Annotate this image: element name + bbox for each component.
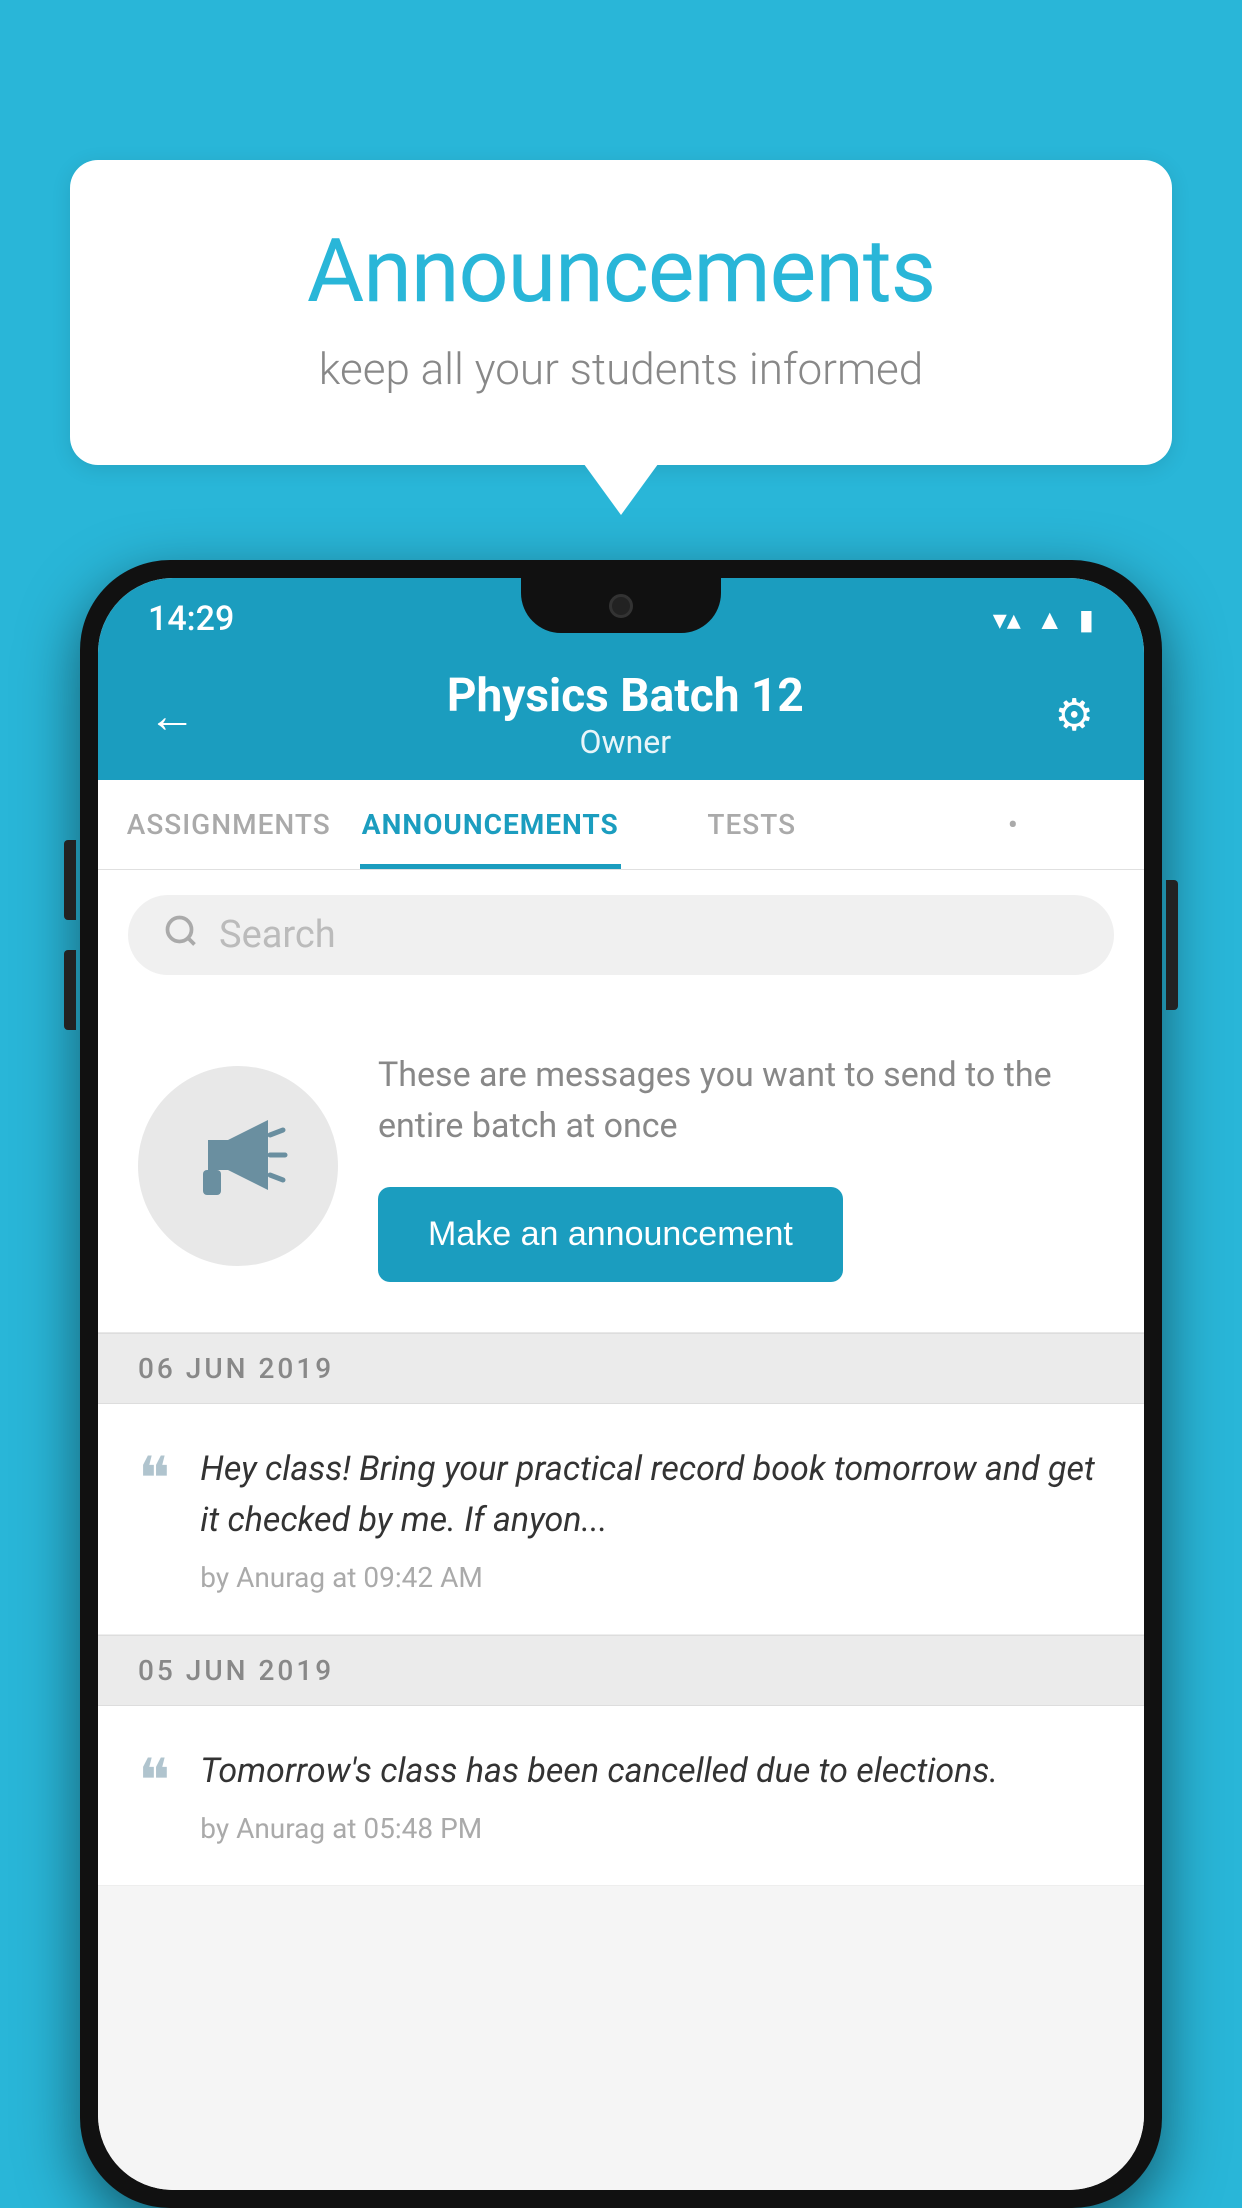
search-placeholder: Search <box>219 913 336 957</box>
status-icons: ▾▴ ▲ ▮ <box>993 603 1094 636</box>
status-time: 14:29 <box>148 599 234 639</box>
settings-icon[interactable]: ⚙ <box>1055 689 1094 741</box>
promo-text-area: These are messages you want to send to t… <box>378 1050 1104 1282</box>
phone-notch <box>521 578 721 633</box>
phone-screen: 14:29 ▾▴ ▲ ▮ ← Physics Batch 12 Owner ⚙ <box>98 578 1144 2190</box>
quote-icon-1: ❝ <box>138 1449 170 1509</box>
date-divider-1: 06 JUN 2019 <box>98 1333 1144 1404</box>
app-header: ← Physics Batch 12 Owner ⚙ <box>98 650 1144 780</box>
promo-description: These are messages you want to send to t… <box>378 1050 1104 1152</box>
announcement-content-2: Tomorrow's class has been cancelled due … <box>200 1746 1104 1845</box>
announcement-text-2: Tomorrow's class has been cancelled due … <box>200 1746 1104 1797</box>
owner-label: Owner <box>447 723 804 761</box>
promo-card: These are messages you want to send to t… <box>98 1000 1144 1333</box>
front-camera <box>609 594 633 618</box>
volume-down-button <box>64 950 76 1030</box>
app-screen: 14:29 ▾▴ ▲ ▮ ← Physics Batch 12 Owner ⚙ <box>98 578 1144 2190</box>
phone-container: 14:29 ▾▴ ▲ ▮ ← Physics Batch 12 Owner ⚙ <box>80 560 1162 2208</box>
search-container: Search <box>98 870 1144 1000</box>
speech-bubble-card: Announcements keep all your students inf… <box>70 160 1172 465</box>
tabs-container: ASSIGNMENTS ANNOUNCEMENTS TESTS • <box>98 780 1144 870</box>
phone-outer: 14:29 ▾▴ ▲ ▮ ← Physics Batch 12 Owner ⚙ <box>80 560 1162 2208</box>
tab-announcements[interactable]: ANNOUNCEMENTS <box>360 780 622 869</box>
announcement-content-1: Hey class! Bring your practical record b… <box>200 1444 1104 1594</box>
tab-assignments[interactable]: ASSIGNMENTS <box>98 780 360 869</box>
announcement-text-1: Hey class! Bring your practical record b… <box>200 1444 1104 1546</box>
tab-tests[interactable]: TESTS <box>621 780 883 869</box>
header-title-group: Physics Batch 12 Owner <box>447 669 804 761</box>
batch-title: Physics Batch 12 <box>447 669 804 723</box>
wifi-icon: ▾▴ <box>993 603 1021 636</box>
announcements-subtitle: keep all your students informed <box>150 343 1092 395</box>
tab-more[interactable]: • <box>883 780 1145 869</box>
search-icon <box>163 913 199 958</box>
announcement-meta-2: by Anurag at 05:48 PM <box>200 1812 1104 1845</box>
announcement-meta-1: by Anurag at 09:42 AM <box>200 1561 1104 1594</box>
announcement-item-2: ❝ Tomorrow's class has been cancelled du… <box>98 1706 1144 1886</box>
make-announcement-button[interactable]: Make an announcement <box>378 1187 843 1282</box>
signal-icon: ▲ <box>1036 603 1064 636</box>
quote-icon-2: ❝ <box>138 1751 170 1811</box>
megaphone-icon <box>188 1105 288 1227</box>
power-button <box>1166 880 1178 1010</box>
megaphone-circle <box>138 1066 338 1266</box>
speech-bubble-section: Announcements keep all your students inf… <box>70 160 1172 465</box>
announcements-title: Announcements <box>150 220 1092 323</box>
search-bar[interactable]: Search <box>128 895 1114 975</box>
date-divider-2: 05 JUN 2019 <box>98 1635 1144 1706</box>
content-area: Search <box>98 870 1144 2190</box>
battery-icon: ▮ <box>1079 603 1094 636</box>
back-button[interactable]: ← <box>148 687 196 744</box>
announcement-item-1: ❝ Hey class! Bring your practical record… <box>98 1404 1144 1635</box>
volume-up-button <box>64 840 76 920</box>
